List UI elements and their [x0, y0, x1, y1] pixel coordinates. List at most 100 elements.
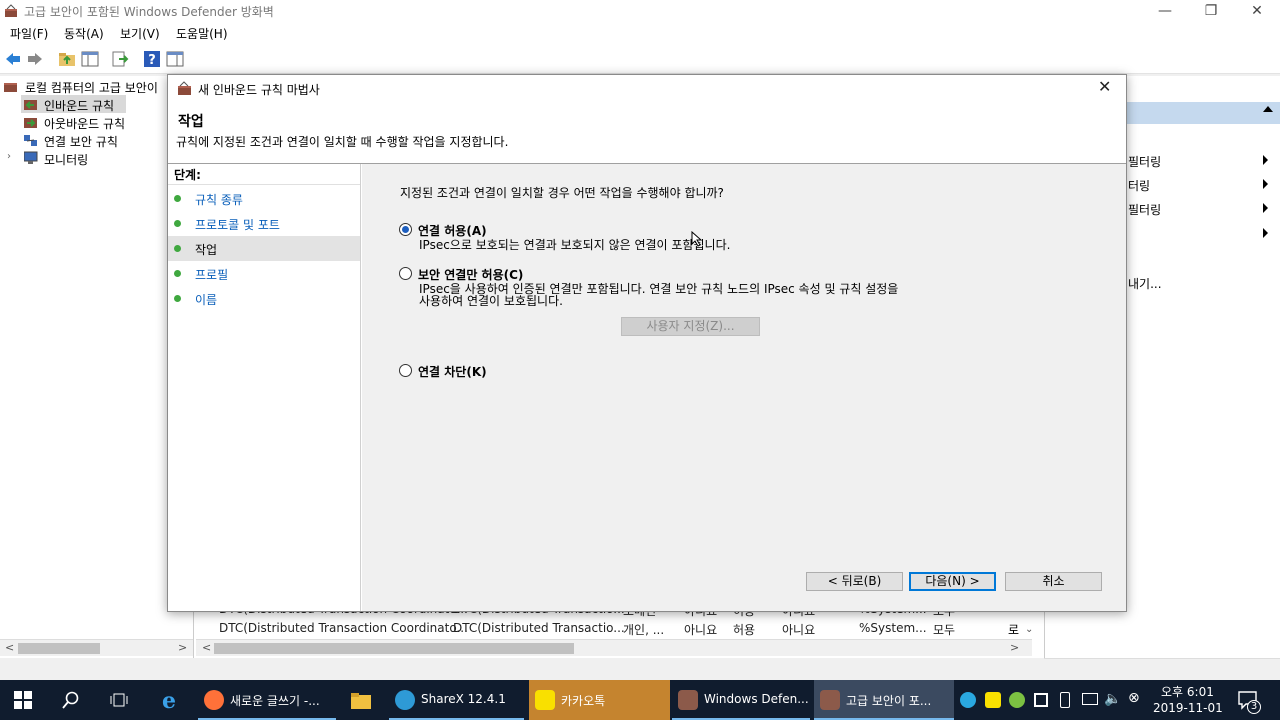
submenu-arrow-icon: [1263, 203, 1268, 213]
cell-program: %System...: [859, 621, 927, 635]
back-button[interactable]: < 뒤로(B): [806, 572, 903, 591]
file-explorer-icon[interactable]: [350, 690, 372, 710]
tray-shield-icon[interactable]: [1034, 693, 1048, 707]
step-pending-dot-icon: [174, 270, 181, 277]
menu-file[interactable]: 파일(F): [10, 25, 48, 42]
scroll-down-icon[interactable]: ⌄: [1025, 624, 1033, 635]
connection-security-icon: [24, 135, 37, 146]
cell-truncated: 로: [1008, 623, 1020, 637]
tree-item-outbound-rules[interactable]: 아웃바운드 규칙: [21, 113, 181, 131]
svg-text:?: ?: [148, 53, 156, 68]
menu-action[interactable]: 동작(A): [64, 25, 104, 42]
tree-item-monitoring[interactable]: › 모니터링: [4, 149, 164, 167]
monitoring-icon: [24, 151, 38, 164]
clock-date[interactable]: 2019-11-01: [1153, 701, 1223, 715]
help-icon[interactable]: ?: [143, 50, 161, 68]
cell-local-address: 모두: [933, 623, 956, 637]
edge-browser-icon[interactable]: e: [158, 689, 180, 711]
tree-root[interactable]: 로컬 컴퓨터의 고급 보안이: [0, 77, 194, 95]
action-item[interactable]: 필터링: [1128, 201, 1161, 218]
steps-header: 단계:: [174, 168, 201, 182]
allow-connection-label[interactable]: 연결 허용(A): [418, 222, 487, 239]
scrollbar-thumb[interactable]: [18, 643, 100, 654]
allow-connection-radio[interactable]: [399, 223, 412, 236]
taskbar-app-kakaotalk[interactable]: 카카오톡: [529, 680, 670, 720]
action-item[interactable]: 내기...: [1128, 275, 1162, 292]
minimize-button[interactable]: —: [1142, 0, 1188, 22]
scrollbar-thumb[interactable]: [214, 643, 574, 654]
maximize-button[interactable]: ❐: [1188, 0, 1234, 22]
menu-view[interactable]: 보기(V): [120, 25, 160, 42]
tray-app-icon[interactable]: [1009, 692, 1025, 708]
clock-time[interactable]: 오후 6:01: [1161, 683, 1214, 700]
cell-name: DTC(Distributed Transaction Coordinato..…: [219, 621, 468, 635]
scroll-left-icon[interactable]: <: [202, 641, 211, 654]
taskbar: e 새로운 글쓰기 -... ShareX 12.4.1 카카오톡 Window…: [0, 680, 1280, 720]
submenu-arrow-icon: [1263, 228, 1268, 238]
taskbar-app-sharex[interactable]: ShareX 12.4.1: [389, 680, 524, 720]
status-bar: [1044, 658, 1280, 680]
left-horizontal-scrollbar[interactable]: < >: [0, 639, 193, 656]
taskbar-app-firefox[interactable]: 새로운 글쓰기 -...: [198, 680, 336, 720]
notification-count-badge: 3: [1247, 700, 1261, 714]
tree-item-inbound-rules[interactable]: 인바운드 규칙: [21, 95, 126, 113]
firefox-icon: [204, 690, 224, 710]
step-profile[interactable]: 프로필: [168, 261, 360, 286]
tray-usb-icon[interactable]: [1060, 692, 1070, 708]
step-action[interactable]: 작업: [168, 236, 360, 261]
export-list-icon[interactable]: [111, 50, 129, 68]
title-bar: 고급 보안이 포함된 Windows Defender 방화벽 — ❐ ✕: [0, 0, 1280, 22]
volume-icon[interactable]: 🔈: [1104, 691, 1121, 707]
search-icon[interactable]: [62, 691, 80, 709]
cell-enabled: 아니요: [684, 623, 718, 637]
allow-secure-connection-radio[interactable]: [399, 267, 412, 280]
scroll-left-icon[interactable]: <: [5, 641, 14, 654]
action-item[interactable]: 필터링: [1128, 153, 1161, 170]
step-rule-type[interactable]: 규칙 종류: [168, 186, 360, 211]
ime-status-icon[interactable]: ⊗: [1128, 690, 1140, 706]
firewall-icon: [678, 690, 698, 710]
navigation-tree: 로컬 컴퓨터의 고급 보안이 인바운드 규칙 아웃바운드 규칙 연결 보안 규칙…: [0, 76, 194, 658]
tray-browser-icon[interactable]: [960, 692, 976, 708]
task-view-icon[interactable]: [110, 691, 128, 709]
step-pending-dot-icon: [174, 295, 181, 302]
actions-header[interactable]: [1125, 102, 1280, 124]
dialog-title: 새 인바운드 규칙 마법사: [198, 83, 320, 97]
show-hide-tree-icon[interactable]: [81, 50, 99, 68]
step-label: 규칙 종류: [195, 193, 243, 207]
taskbar-app-advanced-security[interactable]: 고급 보안이 포...: [814, 680, 954, 720]
taskbar-app-label: Windows Defen...: [704, 692, 809, 706]
windows-start-icon[interactable]: [14, 691, 32, 709]
back-arrow-icon[interactable]: [4, 50, 22, 68]
dialog-close-button[interactable]: ✕: [1098, 77, 1111, 96]
allow-secure-connection-label[interactable]: 보안 연결만 허용(C): [418, 266, 523, 283]
taskbar-app-windows-defender[interactable]: Windows Defen...: [672, 680, 810, 720]
firewall-icon: [4, 83, 17, 92]
scroll-right-icon[interactable]: >: [178, 641, 187, 654]
scroll-right-icon[interactable]: >: [1010, 641, 1019, 654]
customize-button[interactable]: 사용자 지정(Z)...: [621, 317, 760, 336]
action-item[interactable]: 터링: [1128, 177, 1150, 194]
show-hide-action-pane-icon[interactable]: [166, 50, 184, 68]
outbound-rules-icon: [24, 118, 37, 128]
step-protocol-and-ports[interactable]: 프로토콜 및 포트: [168, 211, 360, 236]
collapse-icon[interactable]: [1263, 106, 1273, 112]
menu-bar: 파일(F) 동작(A) 보기(V) 도움말(H): [0, 22, 1280, 44]
up-folder-icon[interactable]: [58, 50, 76, 68]
tree-root-label: 로컬 컴퓨터의 고급 보안이: [25, 81, 158, 95]
block-connection-label[interactable]: 연결 차단(K): [418, 363, 487, 380]
cancel-button[interactable]: 취소: [1005, 572, 1102, 591]
block-connection-radio[interactable]: [399, 364, 412, 377]
tray-kakaotalk-icon[interactable]: [985, 692, 1001, 708]
close-button[interactable]: ✕: [1234, 0, 1280, 22]
step-label: 이름: [195, 293, 218, 307]
expand-chevron-icon[interactable]: ›: [7, 151, 11, 162]
network-icon[interactable]: [1082, 693, 1098, 705]
next-button[interactable]: 다음(N) >: [909, 572, 996, 591]
tree-item-connection-security-rules[interactable]: 연결 보안 규칙: [21, 131, 181, 149]
step-label: 작업: [195, 243, 218, 257]
menu-help[interactable]: 도움말(H): [176, 25, 228, 42]
step-name[interactable]: 이름: [168, 286, 360, 311]
middle-horizontal-scrollbar[interactable]: < >: [196, 639, 1032, 656]
forward-arrow-icon[interactable]: [26, 50, 44, 68]
